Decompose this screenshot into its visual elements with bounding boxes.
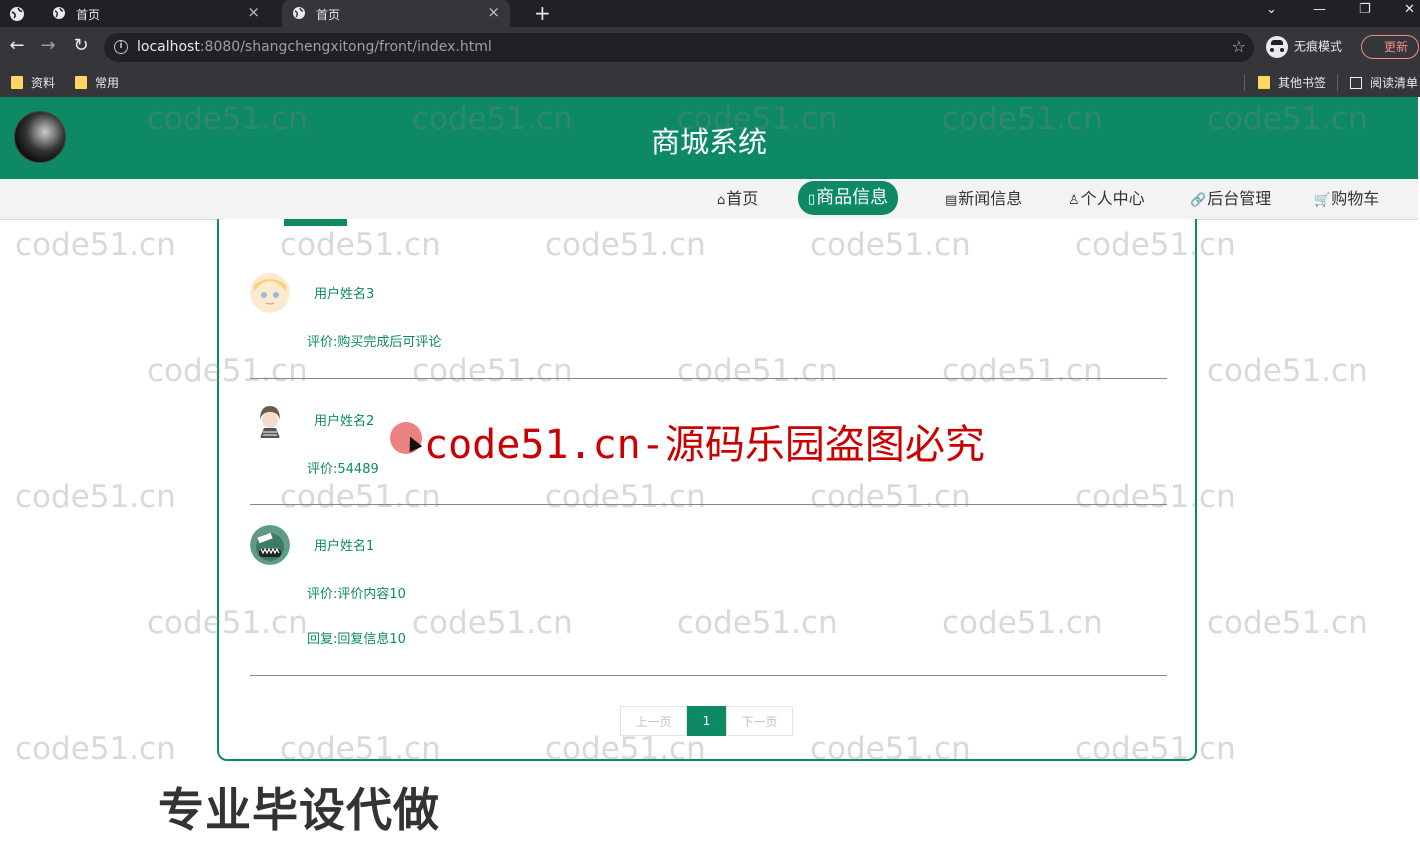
tab-search-icon[interactable]: ⌄	[1266, 2, 1277, 17]
browser-tab-1[interactable]: 首页 ×	[42, 0, 270, 27]
nav-item-admin[interactable]: 🔗后台管理	[1182, 186, 1279, 212]
incognito-icon	[1266, 36, 1288, 58]
reading-list-icon	[1350, 77, 1362, 89]
comment-text: 评价:54489	[307, 462, 379, 477]
watermark: code51.cn	[15, 227, 176, 263]
browser-tab-strip: 首页 × 首页 × + ⌄ — ❐ ✕	[0, 0, 1420, 27]
watermark: code51.cn	[1207, 605, 1368, 641]
bookmark-folder[interactable]: 常用	[75, 74, 119, 91]
browser-tab-2[interactable]: 首页 ×	[282, 0, 510, 27]
comment-text: 评价:评价内容10	[307, 587, 406, 602]
next-page-button[interactable]: 下一页	[726, 706, 793, 736]
tab-title: 首页	[316, 8, 341, 22]
close-icon[interactable]: ×	[247, 3, 260, 21]
globe-icon	[53, 7, 65, 19]
tab-title: 首页	[76, 8, 101, 22]
url-text[interactable]: localhost:8080/shangchengxitong/front/in…	[137, 39, 492, 55]
watermark: code51.cn	[1207, 353, 1368, 389]
nav-item-profile[interactable]: ♙个人中心	[1060, 186, 1153, 212]
globe-icon[interactable]	[8, 5, 26, 23]
comment-item: 用户姓名1 评价:评价内容10 回复:回复信息10	[250, 504, 1167, 676]
incognito-indicator[interactable]: 无痕模式	[1266, 36, 1342, 58]
promo-caption: 专业毕设代做	[158, 783, 440, 837]
bookmark-folder[interactable]: 资料	[11, 74, 55, 91]
new-tab-button[interactable]: +	[534, 1, 551, 25]
forward-icon[interactable]: →	[38, 35, 58, 56]
address-toolbar: ← → ↻ i localhost:8080/shangchengxitong/…	[0, 27, 1420, 68]
restore-button[interactable]: ❐	[1359, 2, 1371, 17]
close-icon[interactable]: ×	[487, 3, 500, 21]
comment-text: 评价:购买完成后可评论	[307, 335, 442, 350]
folder-icon	[11, 76, 23, 89]
home-icon: ⌂	[717, 193, 726, 208]
comment-username: 用户姓名1	[314, 539, 375, 554]
reading-list[interactable]: 阅读清单	[1350, 74, 1418, 91]
news-icon: ▤	[945, 193, 958, 208]
address-bar[interactable]: i localhost:8080/shangchengxitong/front/…	[104, 33, 1254, 62]
prev-page-button[interactable]: 上一页	[620, 706, 687, 736]
comments-panel: 用户姓名3 评价:购买完成后可评论 用户姓名2 评价:54489 用户姓名1 评…	[217, 219, 1197, 761]
user-avatar[interactable]	[250, 273, 290, 313]
star-icon[interactable]: ☆	[1232, 37, 1246, 56]
product-icon: ▯	[808, 192, 816, 207]
cart-icon: 🛒	[1314, 193, 1331, 208]
back-icon[interactable]: ←	[7, 35, 27, 56]
bookmark-separator	[1337, 74, 1338, 91]
user-avatar[interactable]	[250, 400, 290, 440]
bookmark-separator	[1244, 74, 1245, 91]
globe-icon	[293, 7, 305, 19]
comment-username: 用户姓名3	[314, 287, 375, 302]
user-icon: ♙	[1068, 193, 1080, 208]
comment-username: 用户姓名2	[314, 414, 375, 429]
folder-icon	[1258, 76, 1270, 89]
folder-icon	[75, 76, 87, 89]
bookmarks-bar: 资料 常用 其他书签 阅读清单	[0, 68, 1420, 97]
update-button[interactable]: 更新	[1361, 35, 1419, 59]
copyright-banner: code51.cn-源码乐园盗图必究	[424, 422, 985, 468]
info-icon[interactable]: i	[114, 40, 128, 54]
reload-icon[interactable]: ↻	[71, 35, 91, 56]
watermark: code51.cn	[15, 479, 176, 515]
nav-item-news[interactable]: ▤新闻信息	[937, 186, 1030, 212]
site-title: 商城系统	[650, 125, 767, 159]
comment-item: 用户姓名3 评价:购买完成后可评论	[250, 219, 1167, 379]
nav-item-products[interactable]: ▯商品信息	[798, 181, 899, 215]
watermark: code51.cn	[15, 731, 176, 767]
page-number-current[interactable]: 1	[687, 706, 726, 736]
link-icon: 🔗	[1190, 193, 1207, 208]
nav-item-home[interactable]: ⌂首页	[709, 186, 766, 212]
user-avatar[interactable]	[250, 525, 290, 565]
minimize-button[interactable]: —	[1313, 2, 1326, 17]
comment-reply: 回复:回复信息10	[307, 632, 406, 647]
window-close-button[interactable]: ✕	[1404, 2, 1415, 17]
nav-item-cart[interactable]: 🛒购物车	[1306, 186, 1387, 212]
other-bookmarks[interactable]: 其他书签	[1258, 74, 1326, 91]
main-nav: ⌂首页 ▯商品信息 ▤新闻信息 ♙个人中心 🔗后台管理 🛒购物车	[0, 179, 1418, 220]
site-header: 商城系统	[0, 97, 1418, 179]
active-tab-indicator	[284, 219, 347, 226]
